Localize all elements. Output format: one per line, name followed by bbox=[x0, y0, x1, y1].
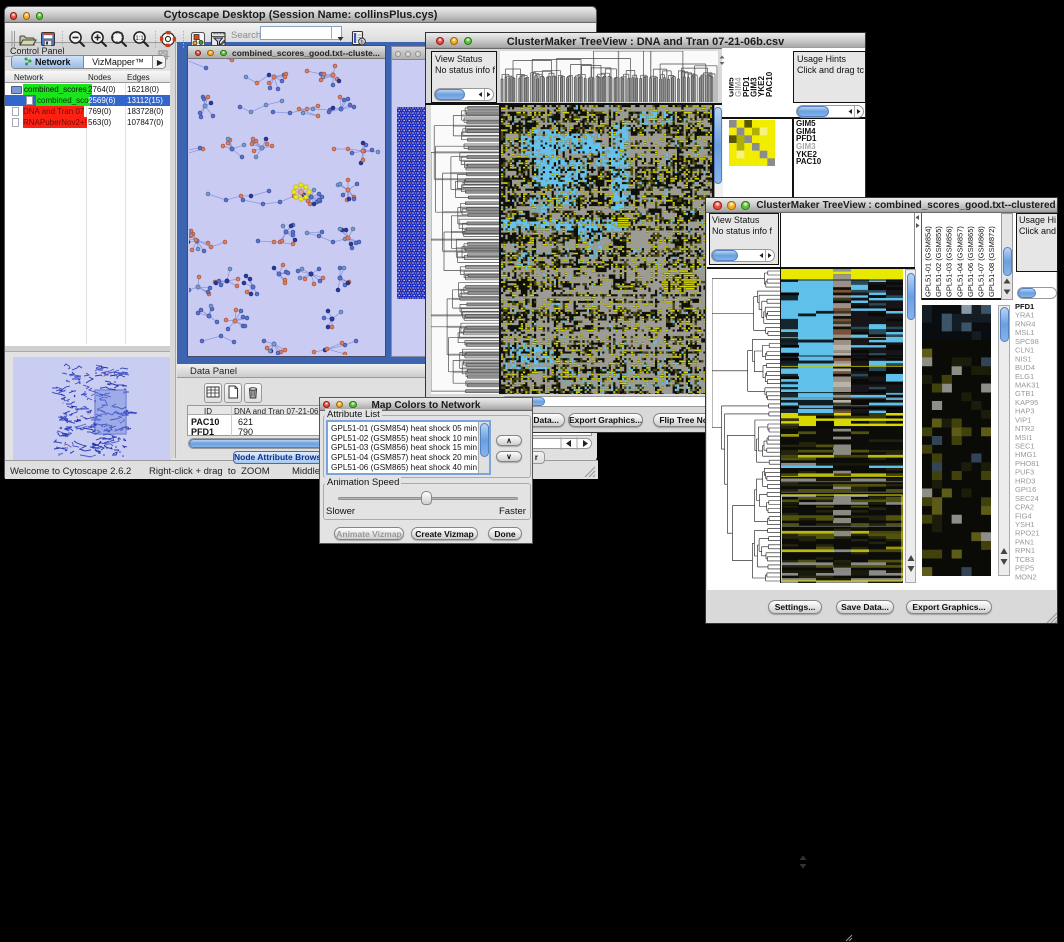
svg-text:NIS1: NIS1 bbox=[1015, 354, 1032, 363]
svg-text:GPL51-03 (GSM856): GPL51-03 (GSM856) bbox=[945, 226, 954, 297]
svg-text:KAP95: KAP95 bbox=[1015, 398, 1038, 407]
svg-text:HAP3: HAP3 bbox=[1015, 407, 1035, 416]
svg-text:RPN1: RPN1 bbox=[1015, 546, 1035, 555]
svg-text:SEC24: SEC24 bbox=[1015, 494, 1039, 503]
svg-text:NTR2: NTR2 bbox=[1015, 424, 1035, 433]
svg-text:GPL51-06 (GSM865): GPL51-06 (GSM865) bbox=[966, 226, 975, 297]
svg-text:PAC10: PAC10 bbox=[765, 71, 774, 97]
svg-text:RPO21: RPO21 bbox=[1015, 529, 1040, 538]
svg-text:YSH1: YSH1 bbox=[1015, 520, 1035, 529]
svg-text:GPL51-01 (GSM854): GPL51-01 (GSM854) bbox=[924, 226, 933, 297]
svg-text:GTB1: GTB1 bbox=[1015, 389, 1035, 398]
svg-text:PAN1: PAN1 bbox=[1015, 537, 1034, 546]
svg-text:GPL51-08 (GSM872): GPL51-08 (GSM872) bbox=[987, 226, 996, 297]
svg-text:PUF3: PUF3 bbox=[1015, 468, 1034, 477]
svg-text:MSI1: MSI1 bbox=[1015, 433, 1033, 442]
svg-text:MON2: MON2 bbox=[1015, 572, 1037, 581]
svg-text:HRD3: HRD3 bbox=[1015, 476, 1035, 485]
svg-text:FIG4: FIG4 bbox=[1015, 511, 1032, 520]
svg-text:1:1: 1:1 bbox=[135, 36, 144, 42]
svg-text:MSL1: MSL1 bbox=[1015, 328, 1035, 337]
svg-text:TCB3: TCB3 bbox=[1015, 555, 1034, 564]
svg-text:GPL51-07 (GSM868): GPL51-07 (GSM868) bbox=[977, 226, 986, 297]
svg-text:VIP1: VIP1 bbox=[1015, 415, 1031, 424]
svg-text:BUD4: BUD4 bbox=[1015, 363, 1035, 372]
svg-text:MAK31: MAK31 bbox=[1015, 381, 1040, 390]
svg-text:RNR4: RNR4 bbox=[1015, 319, 1035, 328]
svg-text:SPC98: SPC98 bbox=[1015, 337, 1039, 346]
svg-text:PFD1: PFD1 bbox=[1015, 302, 1034, 311]
svg-text:GPI16: GPI16 bbox=[1015, 485, 1036, 494]
svg-text:CLN1: CLN1 bbox=[1015, 346, 1034, 355]
svg-text:HMG1: HMG1 bbox=[1015, 450, 1037, 459]
svg-text:GPL51-04 (GSM857): GPL51-04 (GSM857) bbox=[955, 226, 964, 297]
svg-text:SEC1: SEC1 bbox=[1015, 442, 1035, 451]
svg-text:PEP5: PEP5 bbox=[1015, 564, 1034, 573]
svg-text:PHO81: PHO81 bbox=[1015, 459, 1040, 468]
svg-text:GPL51-02 (GSM855): GPL51-02 (GSM855) bbox=[934, 226, 943, 297]
svg-text:CPA2: CPA2 bbox=[1015, 503, 1034, 512]
svg-text:ELG1: ELG1 bbox=[1015, 372, 1034, 381]
svg-text:YRA1: YRA1 bbox=[1015, 311, 1035, 320]
